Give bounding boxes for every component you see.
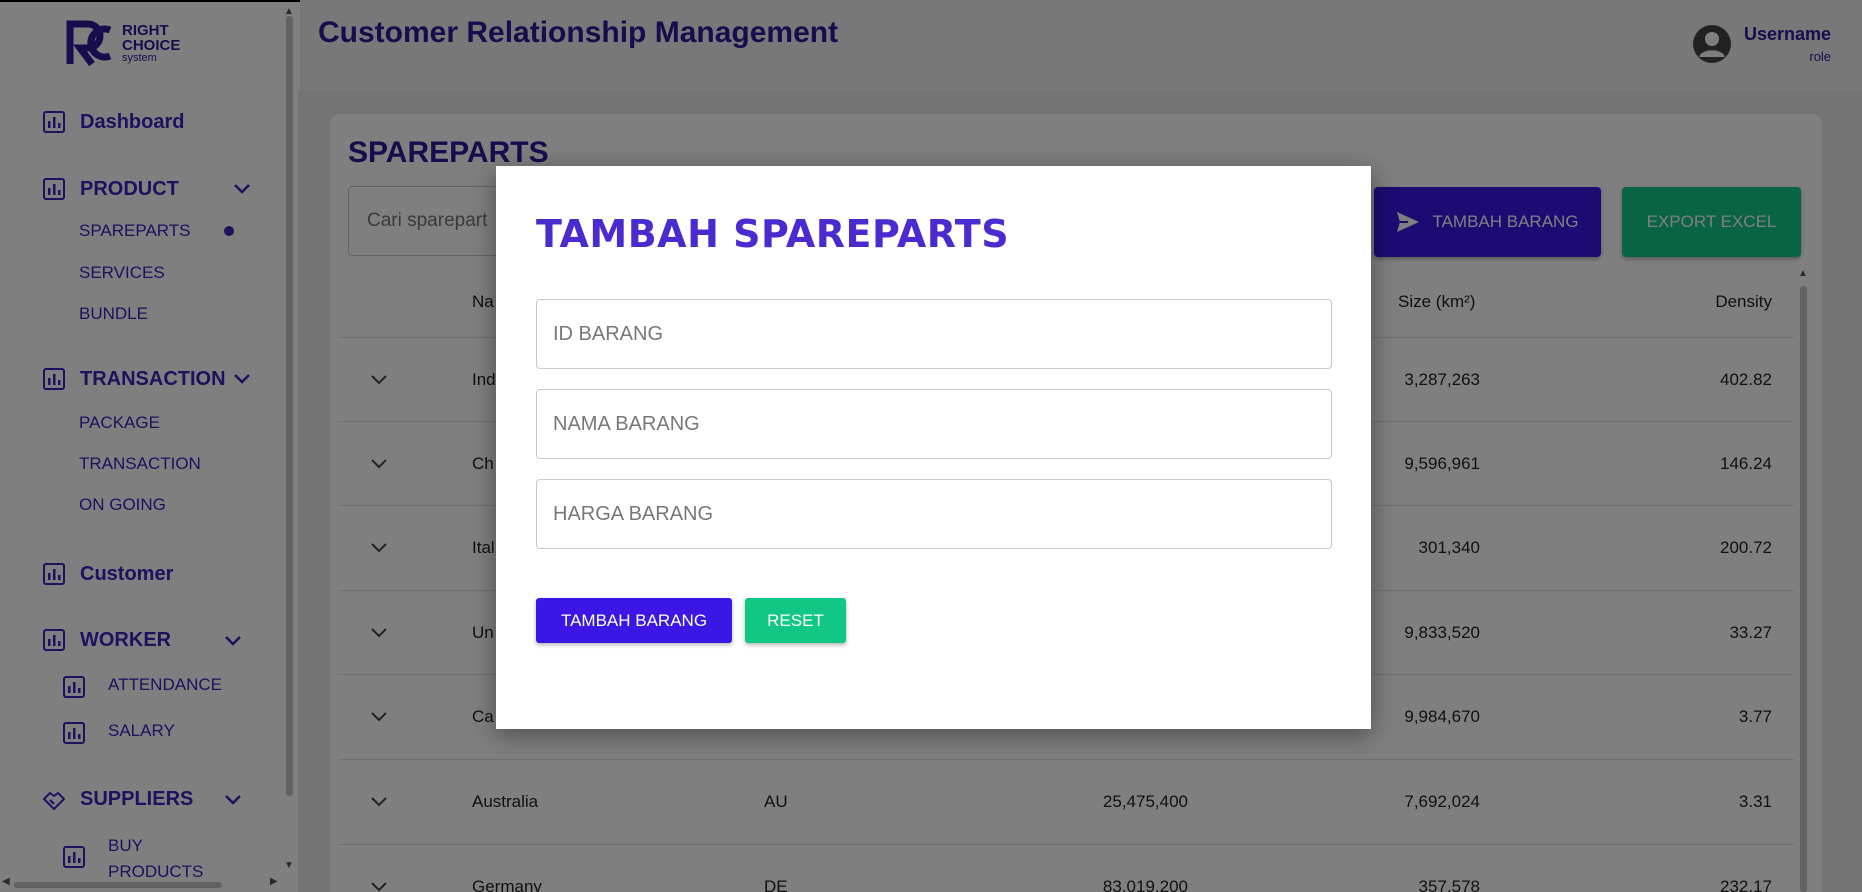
nama-barang-input[interactable] <box>536 389 1332 459</box>
add-sparepart-modal: TAMBAH SPAREPARTS TAMBAH BARANG RESET <box>496 166 1371 729</box>
reset-button[interactable]: RESET <box>745 598 846 643</box>
submit-button[interactable]: TAMBAH BARANG <box>536 598 732 643</box>
modal-title: TAMBAH SPAREPARTS <box>536 212 1010 256</box>
id-barang-input[interactable] <box>536 299 1332 369</box>
harga-barang-input[interactable] <box>536 479 1332 549</box>
